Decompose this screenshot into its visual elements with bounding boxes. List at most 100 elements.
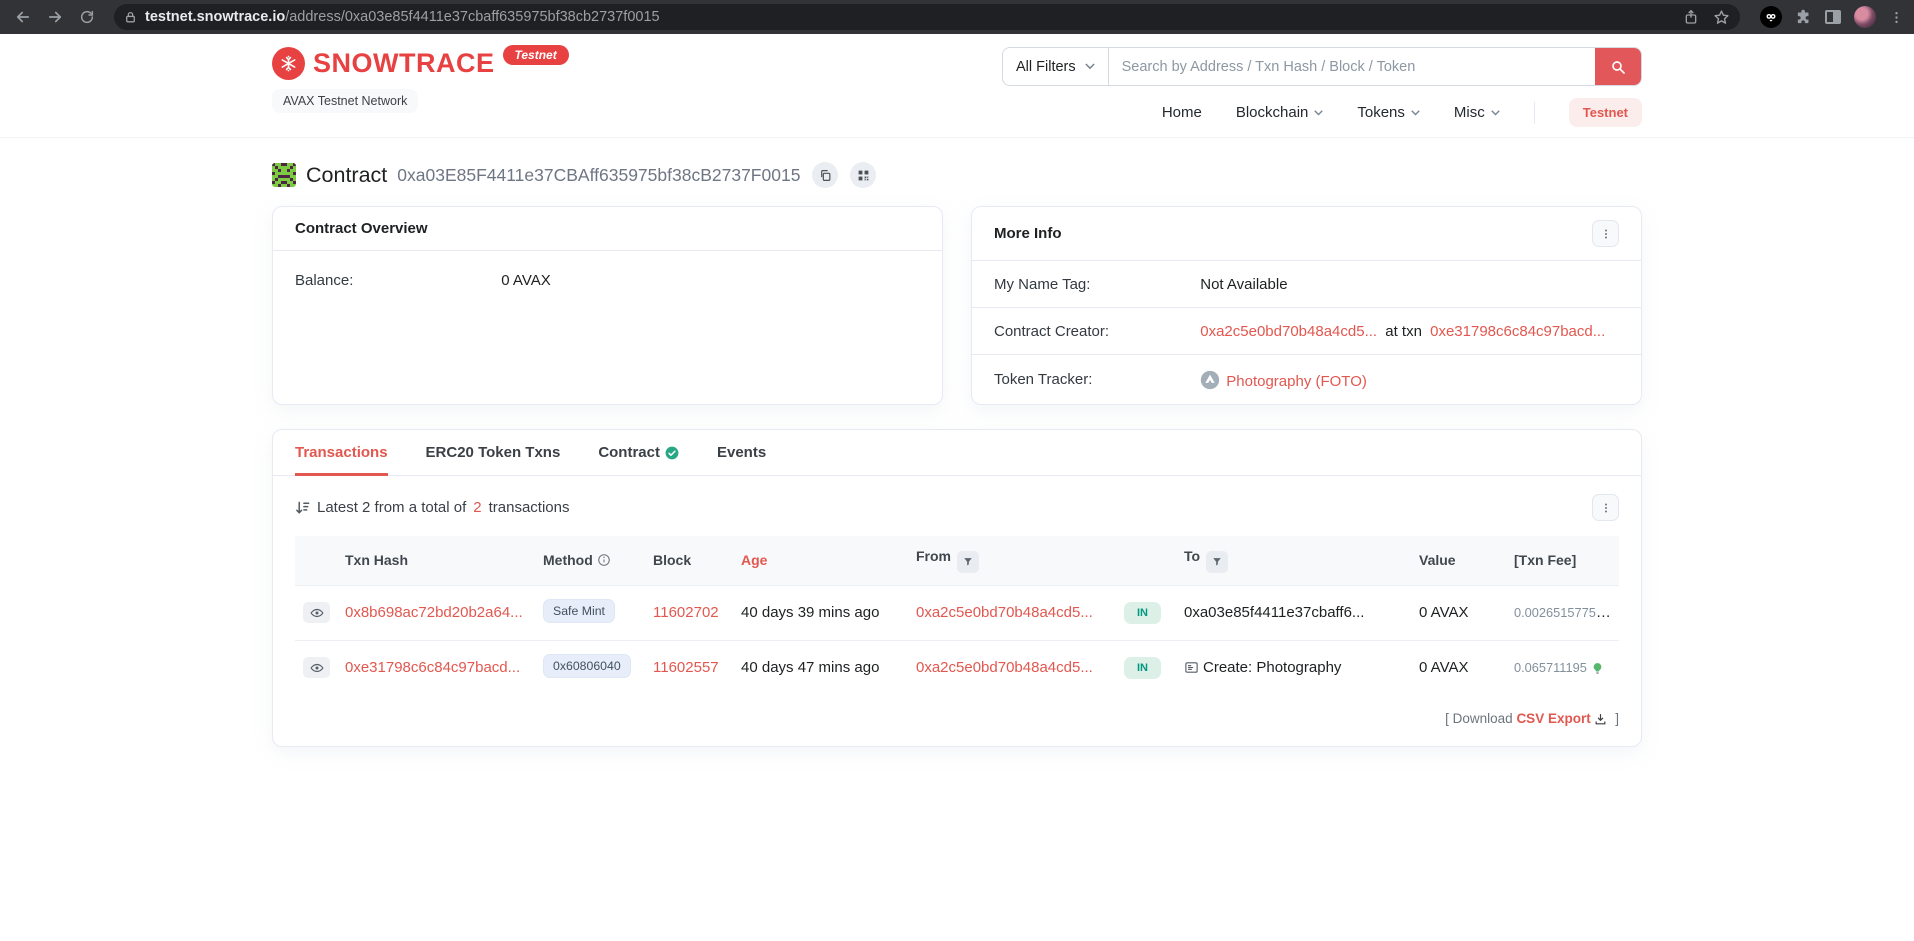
col-txn-fee: [Txn Fee]	[1506, 536, 1619, 585]
txn-hash-link[interactable]: 0xe31798c6c84c97bacd...	[345, 659, 520, 676]
chevron-down-icon	[1314, 110, 1323, 116]
value-cell: 0 AVAX	[1411, 640, 1506, 695]
method-badge: 0x60806040	[543, 654, 631, 678]
creator-at-txn-text: at txn	[1385, 323, 1422, 340]
txns-summary: Latest 2 from a total of 2 transactions	[295, 494, 1619, 521]
col-value: Value	[1411, 536, 1506, 585]
txn-fee: 0.0026515775	[1514, 604, 1611, 621]
csv-export-row: [ Download CSV Export ]	[295, 711, 1619, 726]
nav-tokens[interactable]: Tokens	[1357, 104, 1420, 121]
filter-funnel-icon	[963, 556, 973, 567]
overview-card-title: Contract Overview	[295, 220, 428, 237]
tx-preview-button[interactable]	[303, 602, 330, 623]
profile-avatar[interactable]	[1854, 6, 1876, 28]
col-from: From	[908, 536, 1116, 585]
creator-txn-link[interactable]: 0xe31798c6c84c97bacd...	[1430, 323, 1605, 340]
txn-fee: 0.065711195	[1514, 660, 1587, 675]
extension-owl-icon[interactable]	[1760, 6, 1782, 28]
page-title-type: Contract	[306, 163, 387, 188]
block-link[interactable]: 11602702	[653, 604, 719, 621]
direction-badge: IN	[1124, 657, 1161, 679]
from-address-link[interactable]: 0xa2c5e0bd70b48a4cd5...	[916, 604, 1093, 621]
download-suffix: ]	[1615, 711, 1619, 726]
block-link[interactable]: 11602557	[653, 659, 719, 676]
bookmark-star-icon[interactable]	[1713, 9, 1730, 26]
txn-hash-link[interactable]: 0x8b698ac72bd20b2a64...	[345, 604, 523, 621]
page-title-address: 0xa03E85F4411e37CBAff635975bf38cB2737F00…	[397, 165, 800, 186]
snowtrace-logo-icon	[272, 47, 305, 80]
name-tag-value: Not Available	[1200, 276, 1287, 293]
tx-preview-button[interactable]	[303, 657, 330, 678]
col-method: Method	[535, 536, 645, 585]
transactions-card: Transactions ERC20 Token Txns Contract E…	[272, 429, 1642, 747]
reload-icon[interactable]	[74, 4, 100, 30]
more-info-card: More Info My Name Tag: Not Available Con…	[971, 206, 1642, 405]
value-cell: 0 AVAX	[1411, 585, 1506, 640]
balance-label: Balance:	[295, 272, 501, 289]
tab-erc20-token-txns[interactable]: ERC20 Token Txns	[426, 430, 561, 475]
qr-code-button[interactable]	[850, 162, 876, 188]
tab-events[interactable]: Events	[717, 430, 766, 475]
more-info-menu-button[interactable]	[1592, 220, 1619, 247]
search-input[interactable]	[1109, 48, 1595, 85]
to-address: Create: Photography	[1203, 659, 1341, 676]
info-icon[interactable]	[597, 553, 611, 567]
lock-icon	[124, 11, 137, 24]
logo[interactable]: SNOWTRACE Testnet	[272, 47, 569, 80]
balance-value: 0 AVAX	[501, 272, 550, 289]
table-row: 0x8b698ac72bd20b2a64... Safe Mint 116027…	[295, 585, 1619, 640]
eye-icon	[310, 606, 324, 620]
transactions-table: Txn Hash Method Block Age From To Value …	[295, 536, 1619, 695]
copy-address-button[interactable]	[812, 162, 838, 188]
age-cell: 40 days 47 mins ago	[733, 640, 908, 695]
eye-icon	[310, 661, 324, 675]
more-info-card-title: More Info	[994, 225, 1062, 242]
chevron-down-icon	[1085, 63, 1095, 70]
search-icon	[1610, 59, 1626, 75]
kebab-menu-icon	[1600, 502, 1612, 514]
kebab-menu-icon	[1600, 228, 1612, 240]
csv-export-link[interactable]: CSV Export	[1516, 711, 1590, 726]
site-header: SNOWTRACE Testnet AVAX Testnet Network A…	[0, 34, 1914, 138]
token-tracker-link[interactable]: Photography (FOTO)	[1226, 373, 1367, 390]
token-logo	[1200, 370, 1220, 390]
back-icon[interactable]	[10, 4, 36, 30]
share-icon[interactable]	[1683, 9, 1699, 25]
from-filter-button[interactable]	[957, 551, 979, 573]
summary-prefix: Latest 2 from a total of	[317, 499, 466, 516]
download-icon	[1594, 713, 1607, 726]
sort-icon	[295, 500, 310, 515]
side-panel-icon[interactable]	[1825, 10, 1841, 24]
summary-suffix: transactions	[489, 499, 570, 516]
nav-misc[interactable]: Misc	[1454, 104, 1500, 121]
search-button[interactable]	[1595, 48, 1641, 85]
creator-address-link[interactable]: 0xa2c5e0bd70b48a4cd5...	[1200, 323, 1377, 340]
txns-menu-button[interactable]	[1592, 494, 1619, 521]
browser-menu-icon[interactable]	[1889, 10, 1904, 25]
direction-badge: IN	[1124, 602, 1161, 624]
gas-bulb-icon	[1591, 662, 1604, 675]
col-age[interactable]: Age	[733, 536, 908, 585]
table-header-row: Txn Hash Method Block Age From To Value …	[295, 536, 1619, 585]
nav-testnet-badge[interactable]: Testnet	[1569, 98, 1642, 127]
url-bar[interactable]: testnet.snowtrace.io/address/0xa03e85f44…	[114, 4, 1740, 30]
extensions-puzzle-icon[interactable]	[1795, 9, 1812, 26]
forward-icon[interactable]	[42, 4, 68, 30]
nav-home[interactable]: Home	[1162, 104, 1202, 121]
search-filter-select[interactable]: All Filters	[1003, 48, 1109, 85]
address-identicon	[272, 163, 296, 187]
search-filter-label: All Filters	[1016, 59, 1076, 75]
main-content: Contract 0xa03E85F4411e37CBAff635975bf38…	[272, 162, 1642, 747]
col-to: To	[1176, 536, 1411, 585]
qr-code-icon	[857, 169, 870, 182]
tab-contract[interactable]: Contract	[598, 430, 679, 475]
page-title: Contract 0xa03E85F4411e37CBAff635975bf38…	[272, 162, 1642, 188]
to-filter-button[interactable]	[1206, 551, 1228, 573]
col-txn-hash: Txn Hash	[337, 536, 535, 585]
logo-testnet-badge: Testnet	[503, 45, 569, 65]
main-nav: Home Blockchain Tokens Misc Testnet	[1002, 98, 1642, 127]
from-address-link[interactable]: 0xa2c5e0bd70b48a4cd5...	[916, 659, 1093, 676]
tab-transactions[interactable]: Transactions	[295, 430, 388, 475]
nav-blockchain[interactable]: Blockchain	[1236, 104, 1324, 121]
verified-check-icon	[665, 446, 679, 460]
